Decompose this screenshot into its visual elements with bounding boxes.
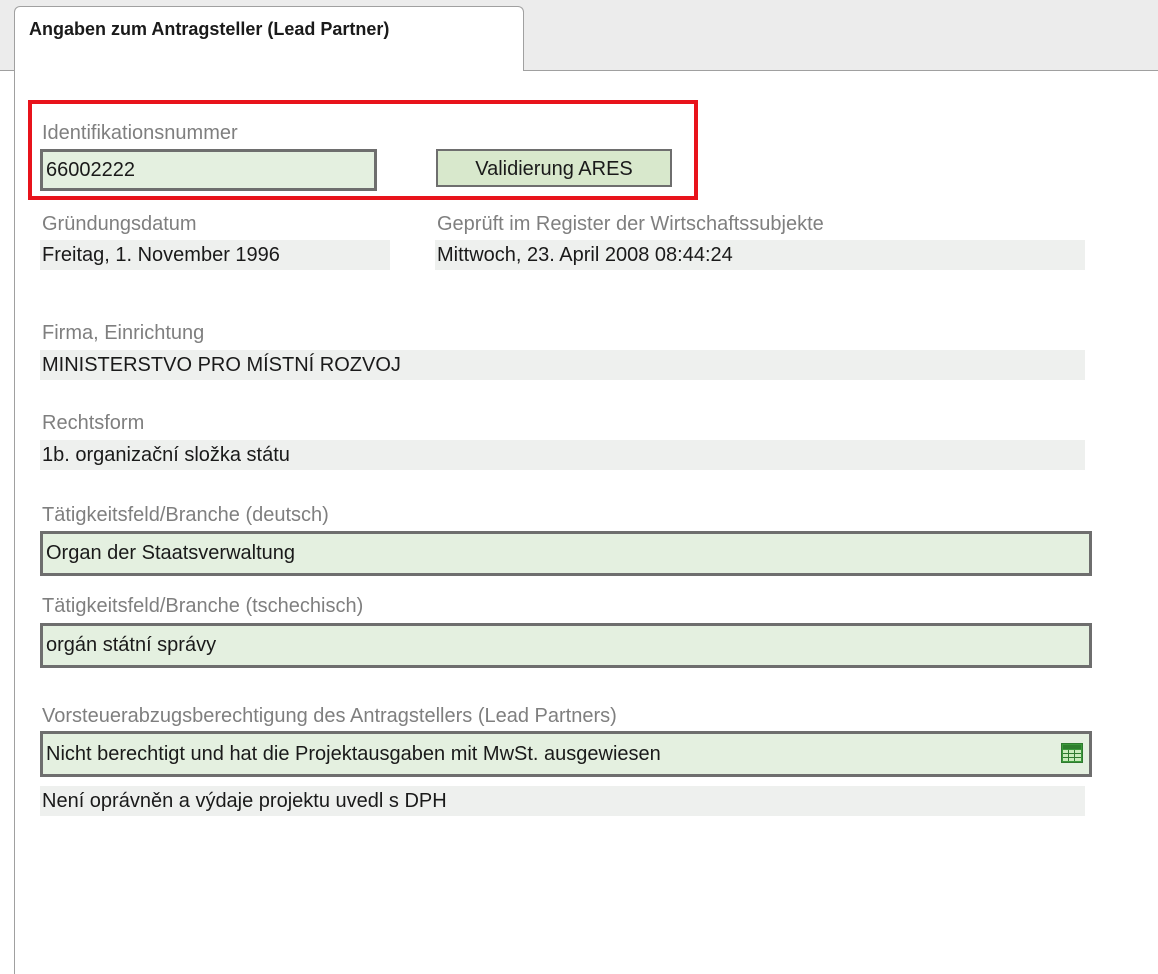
validate-ares-button[interactable]: Validierung ARES — [436, 149, 672, 187]
activity-de-input[interactable]: Organ der Staatsverwaltung — [40, 531, 1092, 576]
identification-input[interactable]: 66002222 — [40, 149, 377, 191]
vat-label: Vorsteuerabzugsberechtigung des Antragst… — [42, 705, 617, 727]
vat-translation-value: Není oprávněn a výdaje projektu uvedl s … — [40, 786, 1085, 816]
register-check-value: Mittwoch, 23. April 2008 08:44:24 — [435, 240, 1085, 270]
activity-cz-label: Tätigkeitsfeld/Branche (tschechisch) — [42, 595, 364, 617]
vat-select[interactable]: Nicht berechtigt und hat die Projektausg… — [40, 731, 1092, 777]
identification-value: 66002222 — [46, 158, 135, 181]
company-label: Firma, Einrichtung — [42, 322, 205, 344]
legal-form-value: 1b. organizační složka státu — [40, 440, 1085, 470]
applicant-form: Angaben zum Antragsteller (Lead Partner)… — [0, 0, 1158, 974]
register-check-label: Geprüft im Register der Wirtschaftssubje… — [437, 213, 824, 235]
activity-de-label: Tätigkeitsfeld/Branche (deutsch) — [42, 504, 329, 526]
founding-date-label: Gründungsdatum — [42, 213, 197, 235]
table-select-icon[interactable] — [1061, 743, 1083, 763]
legal-form-label: Rechtsform — [42, 412, 145, 434]
activity-cz-input[interactable]: orgán státní správy — [40, 623, 1092, 668]
tab-label: Angaben zum Antragsteller (Lead Partner) — [29, 19, 390, 39]
activity-cz-value: orgán státní správy — [46, 634, 217, 656]
vat-selected-value: Nicht berechtigt und hat die Projektausg… — [46, 742, 661, 765]
panel-border — [14, 70, 15, 974]
activity-de-value: Organ der Staatsverwaltung — [46, 542, 296, 564]
founding-date-value: Freitag, 1. November 1996 — [40, 240, 390, 270]
identification-label: Identifikationsnummer — [42, 122, 238, 144]
company-value: MINISTERSTVO PRO MÍSTNÍ ROZVOJ — [40, 350, 1085, 380]
tab-applicant-details[interactable]: Angaben zum Antragsteller (Lead Partner) — [14, 6, 524, 71]
